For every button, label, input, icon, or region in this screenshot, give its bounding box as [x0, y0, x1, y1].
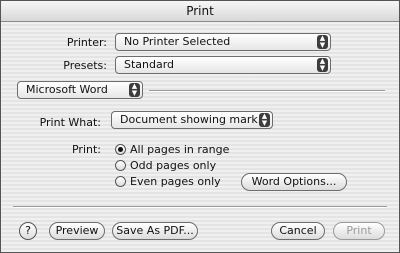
- section-popup[interactable]: Microsoft Word ▲ ▼: [17, 81, 143, 99]
- window-title: Print: [1, 1, 399, 22]
- word-options-button[interactable]: Word Options...: [241, 173, 347, 191]
- radio-unselected-icon: [115, 160, 126, 171]
- popup-arrows-icon: ▲ ▼: [129, 83, 140, 97]
- radio-unselected-icon: [115, 176, 126, 187]
- preview-button[interactable]: Preview: [49, 222, 105, 240]
- print-what-popup[interactable]: Document showing mark... ▲ ▼: [111, 111, 273, 129]
- section-value: Microsoft Word: [26, 83, 108, 96]
- popup-arrows-icon: ▲ ▼: [317, 35, 328, 49]
- save-as-pdf-button[interactable]: Save As PDF...: [112, 222, 198, 240]
- presets-value: Standard: [124, 58, 175, 71]
- presets-label: Presets:: [63, 59, 107, 72]
- printer-value: No Printer Selected: [124, 35, 231, 48]
- presets-popup[interactable]: Standard ▲ ▼: [115, 56, 331, 74]
- print-button[interactable]: Print: [333, 222, 385, 240]
- section-separator: [149, 90, 385, 92]
- bottom-separator: [13, 206, 387, 208]
- radio-label: All pages in range: [130, 143, 230, 156]
- radio-label: Odd pages only: [130, 159, 217, 172]
- radio-label: Even pages only: [130, 175, 221, 188]
- radio-selected-icon: [115, 144, 126, 155]
- help-button[interactable]: ?: [19, 222, 37, 240]
- popup-arrows-icon: ▲ ▼: [317, 58, 328, 72]
- printer-label: Printer:: [66, 36, 107, 49]
- print-label: Print:: [71, 143, 101, 156]
- radio-all-pages[interactable]: All pages in range: [115, 143, 229, 156]
- radio-even-pages[interactable]: Even pages only: [115, 175, 221, 188]
- popup-arrows-icon: ▲ ▼: [259, 113, 270, 127]
- print-dialog: Print Printer: No Printer Selected ▲ ▼ Pr…: [0, 0, 400, 253]
- print-what-label: Print What:: [39, 116, 101, 129]
- printer-popup[interactable]: No Printer Selected ▲ ▼: [115, 33, 331, 51]
- radio-odd-pages[interactable]: Odd pages only: [115, 159, 216, 172]
- cancel-button[interactable]: Cancel: [271, 222, 325, 240]
- print-what-value: Document showing mark...: [120, 113, 269, 126]
